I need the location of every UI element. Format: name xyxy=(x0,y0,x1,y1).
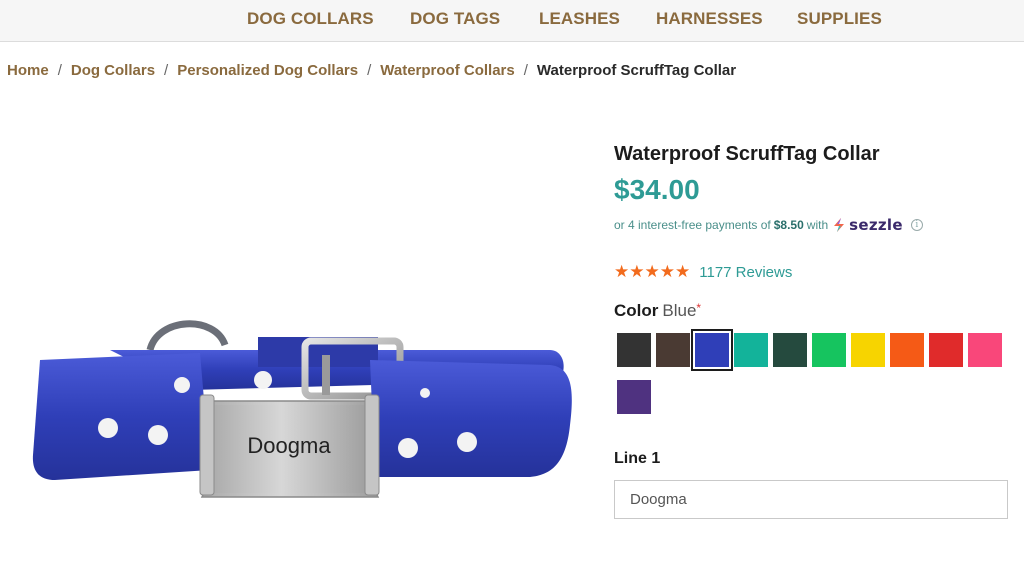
sezzle-logo[interactable]: sezzle xyxy=(832,216,903,234)
color-swatch[interactable] xyxy=(929,333,963,367)
color-swatch[interactable] xyxy=(890,333,924,367)
sezzle-prefix: or 4 interest-free payments of xyxy=(614,218,771,232)
sezzle-suffix: with xyxy=(806,218,829,232)
required-marker: * xyxy=(696,301,702,315)
sezzle-installments: or 4 interest-free payments of $8.50 wit… xyxy=(614,216,923,234)
nav-item-harnesses[interactable]: HARNESSES xyxy=(656,9,763,29)
color-swatch[interactable] xyxy=(851,333,885,367)
color-swatch[interactable] xyxy=(968,333,1002,367)
nav-item-dog-collars[interactable]: DOG COLLARS xyxy=(247,9,374,29)
color-option-label: Color Blue* xyxy=(614,301,701,321)
breadcrumb-separator: / xyxy=(164,61,169,79)
color-swatch[interactable] xyxy=(812,333,846,367)
line1-label: Line 1 xyxy=(614,450,661,467)
reviews-link[interactable]: 1177 Reviews xyxy=(699,264,792,281)
star-icon: ★ xyxy=(644,262,660,282)
color-swatch[interactable] xyxy=(773,333,807,367)
nav-item-supplies[interactable]: SUPPLIES xyxy=(797,9,882,29)
info-icon[interactable]: i xyxy=(910,219,923,231)
nav-item-dog-tags[interactable]: DOG TAGS xyxy=(410,9,500,29)
nav-item-leashes[interactable]: LEASHES xyxy=(539,9,620,29)
rating-stars: ★ ★ ★ ★ ★ xyxy=(614,263,690,281)
star-icon: ★ xyxy=(659,262,675,282)
breadcrumb-personalized-dog-collars[interactable]: Personalized Dog Collars xyxy=(177,62,358,79)
rating[interactable]: ★ ★ ★ ★ ★ 1177 Reviews xyxy=(614,263,792,281)
breadcrumb-separator: / xyxy=(523,61,528,79)
breadcrumb-home[interactable]: Home xyxy=(7,62,49,79)
color-swatch[interactable] xyxy=(617,333,651,367)
breadcrumb-current: Waterproof ScruffTag Collar xyxy=(536,61,737,79)
color-swatch[interactable] xyxy=(617,380,651,414)
color-swatch[interactable] xyxy=(656,333,690,367)
product-image[interactable]: Doogma xyxy=(30,305,575,515)
top-navigation: DOG COLLARS DOG TAGS LEASHES HARNESSES S… xyxy=(0,0,1024,42)
star-icon: ★ xyxy=(675,262,691,282)
color-swatch[interactable] xyxy=(734,333,768,367)
color-swatch[interactable] xyxy=(691,329,733,371)
tag-engraving-text: Doogma xyxy=(247,433,331,458)
sezzle-brand: sezzle xyxy=(849,216,903,234)
breadcrumb-dog-collars[interactable]: Dog Collars xyxy=(71,62,155,79)
breadcrumb-waterproof-collars[interactable]: Waterproof Collars xyxy=(380,62,514,79)
color-label: Color xyxy=(614,301,659,320)
sezzle-mark-icon xyxy=(834,218,845,232)
line1-input[interactable] xyxy=(614,480,1008,519)
product-price: $34.00 xyxy=(614,174,700,205)
star-icon: ★ xyxy=(614,262,630,282)
selected-color-value: Blue xyxy=(662,301,697,320)
sezzle-amount: $8.50 xyxy=(773,218,804,232)
breadcrumb-separator: / xyxy=(57,61,62,79)
product-title: Waterproof ScruffTag Collar xyxy=(614,143,880,165)
star-icon: ★ xyxy=(629,262,645,282)
breadcrumb-separator: / xyxy=(367,61,372,79)
breadcrumb: Home / Dog Collars / Personalized Dog Co… xyxy=(7,60,736,80)
